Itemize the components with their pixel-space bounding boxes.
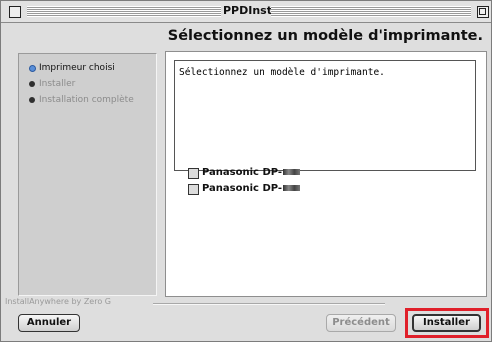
page-heading: Sélectionnez un modèle d'imprimante.: [167, 28, 483, 44]
steps-panel: Imprimeur choisi Installer Installation …: [18, 53, 157, 296]
footer-divider: [153, 303, 385, 305]
printer-option-label: Panasonic DP-: [202, 167, 301, 178]
installer-brand: InstallAnywhere by Zero G: [5, 297, 111, 306]
step-label: Installation complète: [39, 95, 134, 105]
current-step-icon: [29, 65, 36, 72]
prompt-textbox: Sélectionnez un modèle d'imprimante.: [174, 60, 476, 171]
prompt-text: Sélectionnez un modèle d'imprimante.: [179, 67, 385, 78]
install-highlight-box: [405, 308, 489, 338]
content-panel: Sélectionnez un modèle d'imprimante. Pan…: [165, 51, 487, 297]
printer-option-label: Panasonic DP-: [202, 183, 301, 194]
checkbox[interactable]: [188, 184, 199, 195]
installer-window: PPDInst Sélectionnez un modèle d'imprima…: [0, 0, 492, 342]
close-box[interactable]: [9, 6, 21, 18]
previous-button[interactable]: Précédent: [326, 314, 396, 332]
checkbox[interactable]: [188, 168, 199, 179]
redacted-model-icon: [283, 185, 301, 191]
window-title: PPDInst: [223, 4, 272, 17]
step-label: Installer: [39, 79, 76, 89]
pending-step-icon: [29, 81, 35, 87]
title-stripes-right: [271, 6, 471, 17]
zoom-box[interactable]: [477, 6, 489, 18]
step-label: Imprimeur choisi: [39, 63, 115, 73]
pending-step-icon: [29, 97, 35, 103]
title-bar[interactable]: PPDInst: [1, 1, 491, 23]
title-stripes-left: [27, 6, 221, 17]
cancel-button[interactable]: Annuler: [18, 314, 80, 332]
redacted-model-icon: [283, 169, 301, 175]
